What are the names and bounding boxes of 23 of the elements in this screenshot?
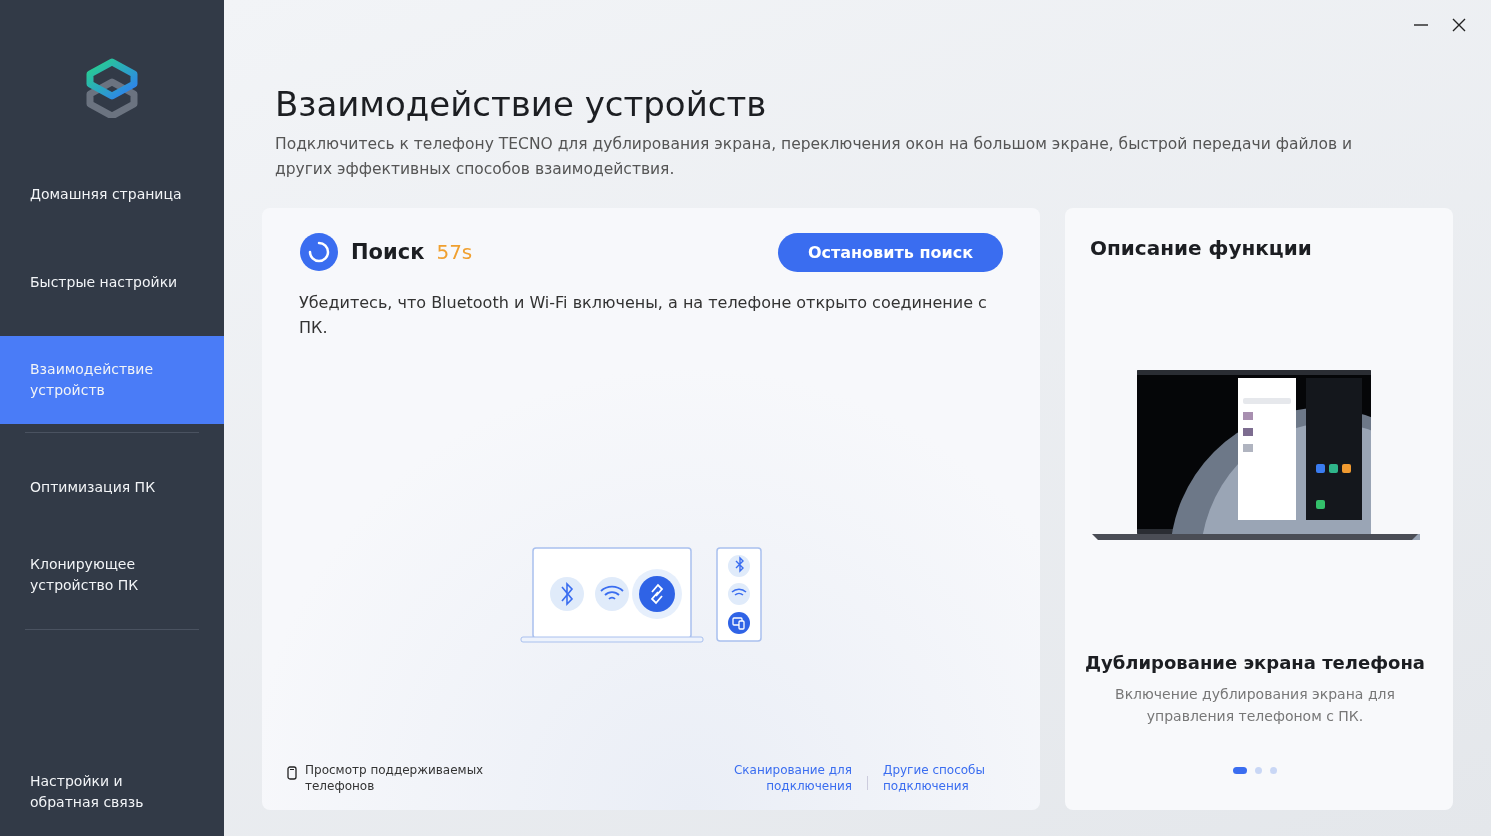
page-dot[interactable] [1270, 767, 1277, 774]
sidebar-item[interactable]: Клонирующее устройство ПК [0, 541, 224, 609]
search-status: Поиск [351, 240, 425, 264]
supported-phones-link[interactable]: Просмотр поддерживаемых телефонов [305, 762, 495, 794]
stop-search-button[interactable]: Остановить поиск [777, 232, 1003, 272]
close-icon[interactable] [1451, 17, 1467, 33]
connection-link[interactable]: Другие способы подключения [883, 762, 1003, 794]
page-dot[interactable] [1255, 767, 1262, 774]
feature-title: Дублирование экрана телефона [1083, 652, 1427, 673]
page-subtitle: Подключитесь к телефону TECNO для дублирования экрана, переключения окон на большом экране, быстрой передачи файлов и других эффективных способов взаимодействия. [275, 134, 1354, 180]
phone-icon [287, 766, 297, 780]
feature-description: Включение дублирования экрана для управления телефоном с ПК. [1114, 685, 1396, 726]
page-title: Взаимодействие устройств [275, 84, 768, 124]
hint-text: Убедитесь, что Bluetooth и Wi-Fi включены, а на телефоне открыто соединение с ПК. [299, 292, 988, 339]
sidebar-item[interactable]: Домашняя страница [0, 160, 224, 228]
countdown-timer: 57s [436, 240, 473, 264]
sidebar-item[interactable]: Оптимизация ПК [0, 453, 224, 521]
connection-link[interactable]: Сканирование для подключения [732, 762, 852, 794]
sidebar-item[interactable]: Настройки и обратная связь [0, 758, 224, 826]
sidebar-item[interactable]: Быстрые настройки [0, 248, 224, 316]
spinner-icon [299, 232, 339, 272]
card-title: Описание функции [1090, 236, 1313, 260]
logo-icon [84, 56, 140, 118]
